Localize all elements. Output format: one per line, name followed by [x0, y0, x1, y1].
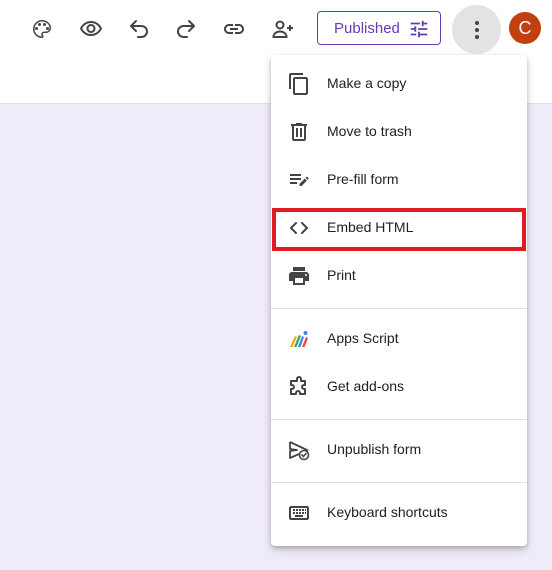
published-button[interactable]: Published	[317, 11, 441, 45]
unpublish-icon	[289, 441, 310, 461]
more-vert-icon	[474, 20, 479, 39]
menu-divider	[271, 419, 527, 420]
palette-icon[interactable]	[24, 11, 60, 47]
menu-item-label: Get add-ons	[327, 378, 405, 394]
menu-item-apps-script[interactable]: Apps Script	[271, 315, 527, 363]
menu-item-label: Keyboard shortcuts	[327, 504, 448, 520]
tune-icon	[410, 20, 428, 38]
menu-item-make-a-copy[interactable]: Make a copy	[271, 60, 527, 108]
copy-icon	[289, 73, 308, 95]
print-icon	[289, 267, 309, 285]
preview-icon[interactable]	[73, 11, 109, 47]
undo-icon[interactable]	[121, 11, 157, 47]
menu-item-pre-fill-form[interactable]: Pre-fill form	[271, 156, 527, 204]
add-collaborator-icon[interactable]	[265, 11, 301, 47]
link-icon[interactable]	[216, 11, 252, 47]
menu-item-label: Unpublish form	[327, 441, 422, 457]
menu-item-print[interactable]: Print	[271, 252, 527, 300]
menu-divider	[271, 482, 527, 483]
redo-icon[interactable]	[168, 11, 204, 47]
menu-item-label: Pre-fill form	[327, 171, 399, 187]
apps-script-icon	[290, 331, 308, 347]
menu-item-label: Apps Script	[327, 330, 399, 346]
menu-item-unpublish-form[interactable]: Unpublish form	[271, 426, 527, 474]
prefill-icon	[290, 174, 309, 186]
avatar[interactable]: C	[509, 12, 541, 44]
more-options-menu: Make a copy Move to trash Pre-fill form …	[271, 55, 527, 546]
more-options-button[interactable]	[452, 5, 501, 54]
trash-icon	[291, 123, 307, 141]
avatar-letter: C	[518, 17, 532, 38]
menu-item-get-add-ons[interactable]: Get add-ons	[271, 363, 527, 411]
menu-item-keyboard-shortcuts[interactable]: Keyboard shortcuts	[271, 489, 527, 537]
menu-item-label: Print	[327, 267, 356, 283]
menu-divider	[271, 308, 527, 309]
highlight-box	[272, 208, 526, 251]
menu-item-label: Make a copy	[327, 75, 407, 91]
menu-item-label: Move to trash	[327, 123, 412, 139]
menu-item-move-to-trash[interactable]: Move to trash	[271, 108, 527, 156]
published-label: Published	[334, 19, 400, 37]
keyboard-icon	[289, 506, 309, 520]
addons-icon	[290, 376, 306, 395]
